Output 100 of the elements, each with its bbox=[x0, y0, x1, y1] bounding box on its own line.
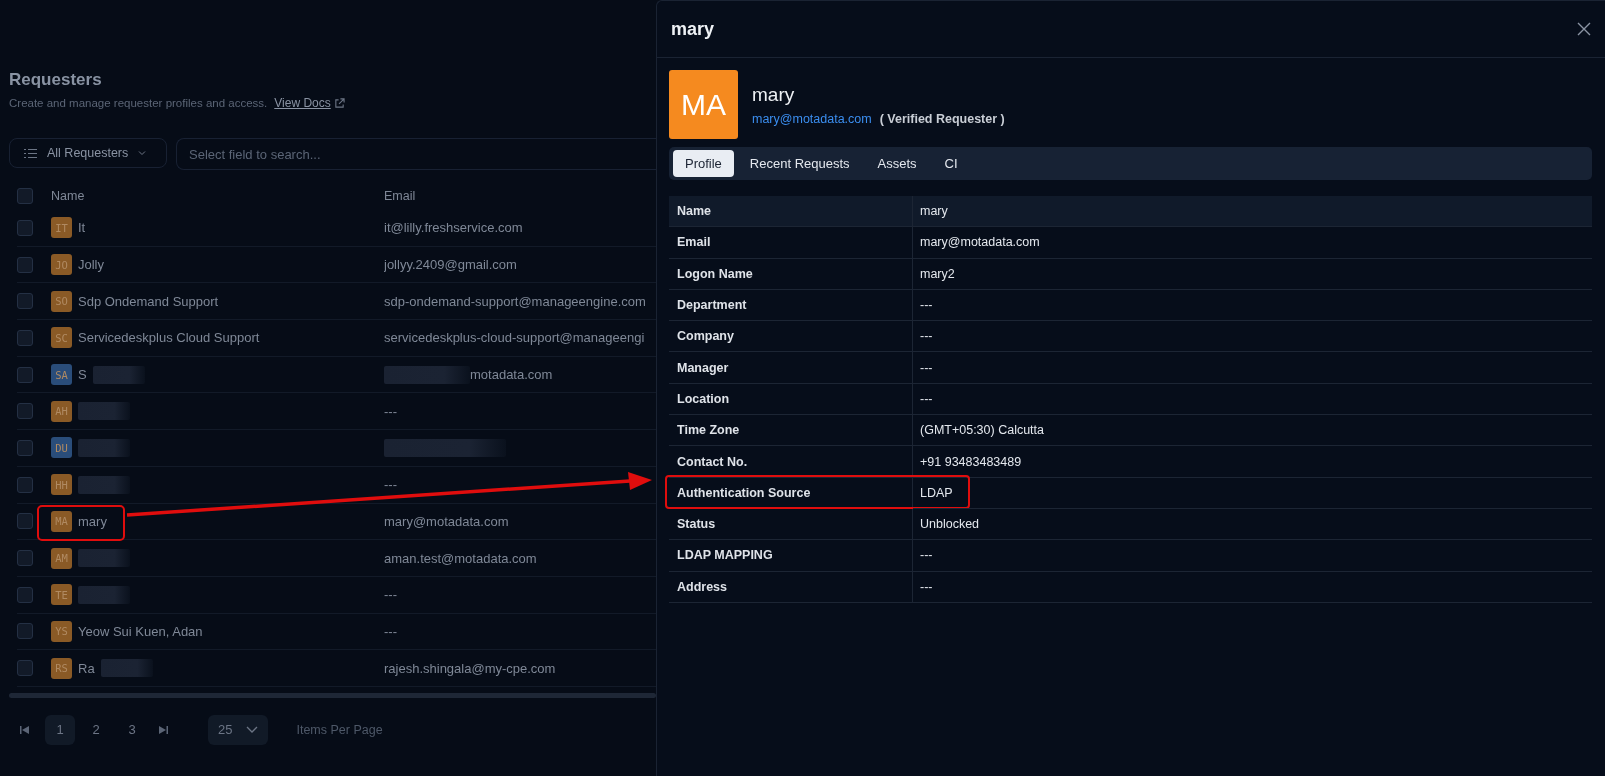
avatar: RS bbox=[51, 657, 72, 679]
row-checkbox[interactable] bbox=[17, 403, 33, 420]
avatar: SC bbox=[51, 327, 72, 349]
avatar: SA bbox=[51, 364, 72, 386]
row-checkbox[interactable] bbox=[17, 329, 33, 346]
email-cell: aman.test@motadata.com bbox=[384, 550, 537, 566]
field-label: Name bbox=[677, 204, 712, 219]
requester-name[interactable]: It bbox=[78, 220, 86, 236]
avatar: TE bbox=[51, 584, 72, 606]
avatar: YS bbox=[51, 620, 72, 642]
external-link-icon bbox=[333, 97, 345, 109]
profile-email[interactable]: mary@motadata.com bbox=[752, 111, 872, 126]
page-size-label: Items Per Page bbox=[296, 722, 383, 737]
row-checkbox[interactable] bbox=[17, 586, 33, 603]
profile-avatar: MA bbox=[669, 70, 738, 139]
row-checkbox[interactable] bbox=[17, 256, 33, 273]
field-label: Email bbox=[677, 235, 711, 250]
requester-name[interactable]: Yeow Sui Kuen, Adan bbox=[78, 623, 203, 639]
email-cell: --- bbox=[384, 477, 397, 493]
email-cell: mary@motadata.com bbox=[384, 513, 509, 529]
avatar: IT bbox=[51, 217, 72, 239]
field-value: LDAP bbox=[920, 485, 953, 500]
profile-tab[interactable]: Recent Requests bbox=[737, 150, 862, 177]
first-page-icon[interactable] bbox=[20, 725, 29, 734]
field-label: Contact No. bbox=[677, 454, 748, 469]
email-cell: servicedeskplus-cloud-support@manageengi bbox=[384, 330, 645, 346]
field-label: Address bbox=[677, 579, 728, 594]
field-label: Time Zone bbox=[677, 423, 740, 438]
row-checkbox[interactable] bbox=[17, 219, 33, 236]
field-value: --- bbox=[920, 391, 933, 406]
avatar: DU bbox=[51, 437, 72, 459]
email-cell: --- bbox=[384, 403, 397, 419]
avatar: AM bbox=[51, 547, 72, 569]
field-value: (GMT+05:30) Calcutta bbox=[920, 423, 1044, 438]
profile-name: mary bbox=[752, 83, 796, 106]
row-checkbox[interactable] bbox=[17, 660, 33, 677]
requester-name[interactable]: Sdp Ondemand Support bbox=[78, 293, 219, 309]
avatar: AH bbox=[51, 400, 72, 422]
page-button[interactable]: 1 bbox=[45, 714, 75, 745]
search-field[interactable]: Select field to search... bbox=[176, 138, 656, 170]
requester-name[interactable]: Servicedeskplus Cloud Support bbox=[78, 330, 260, 346]
column-header: Email bbox=[384, 188, 417, 203]
email-cell: jollyy.2409@gmail.com bbox=[384, 257, 517, 273]
row-checkbox[interactable] bbox=[17, 366, 33, 383]
page-size-dropdown[interactable]: 25 bbox=[208, 714, 269, 745]
last-page-icon[interactable] bbox=[159, 725, 168, 734]
field-label: Company bbox=[677, 329, 734, 344]
field-label: Location bbox=[677, 391, 730, 406]
profile-tab[interactable]: CI bbox=[932, 150, 970, 177]
field-label: Status bbox=[677, 517, 716, 532]
close-button[interactable] bbox=[1577, 22, 1591, 36]
page-button[interactable]: 3 bbox=[117, 714, 147, 745]
page-subtitle: Create and manage requester profiles and access. bbox=[9, 97, 268, 109]
email-cell: --- bbox=[384, 587, 397, 603]
profile-tab[interactable]: Profile bbox=[673, 150, 734, 177]
field-label: Department bbox=[677, 298, 747, 313]
field-value: mary bbox=[920, 204, 948, 219]
field-value: --- bbox=[920, 579, 933, 594]
row-checkbox[interactable] bbox=[17, 550, 33, 567]
field-value: +91 93483483489 bbox=[920, 454, 1022, 469]
avatar: HH bbox=[51, 474, 72, 496]
field-label: Manager bbox=[677, 360, 729, 375]
field-label: Logon Name bbox=[677, 266, 753, 281]
profile-tab[interactable]: Assets bbox=[865, 150, 929, 177]
list-icon bbox=[24, 147, 37, 159]
close-icon bbox=[1577, 22, 1591, 36]
select-all-checkbox[interactable] bbox=[17, 187, 33, 204]
requester-name[interactable]: mary bbox=[78, 513, 107, 529]
chevron-down-icon bbox=[138, 150, 147, 156]
field-value: mary@motadata.com bbox=[920, 235, 1040, 250]
page-button[interactable]: 2 bbox=[81, 714, 111, 745]
column-header: Name bbox=[51, 188, 86, 203]
field-value: mary2 bbox=[920, 266, 955, 281]
view-docs-link[interactable]: View Docs bbox=[274, 96, 345, 110]
row-checkbox[interactable] bbox=[17, 623, 33, 640]
requester-name[interactable]: Ra bbox=[78, 660, 95, 676]
email-cell: --- bbox=[384, 623, 397, 639]
row-checkbox[interactable] bbox=[17, 293, 33, 310]
field-value: --- bbox=[920, 548, 933, 563]
requester-name[interactable]: Jolly bbox=[78, 257, 104, 273]
field-value: --- bbox=[920, 329, 933, 344]
row-checkbox[interactable] bbox=[17, 513, 33, 530]
email-cell: rajesh.shingala@my-cpe.com bbox=[384, 660, 556, 676]
avatar: MA bbox=[51, 510, 72, 532]
chevron-down-icon bbox=[246, 726, 259, 734]
row-checkbox[interactable] bbox=[17, 439, 33, 456]
drawer-title: mary bbox=[671, 18, 715, 40]
field-label: LDAP MAPPING bbox=[677, 548, 773, 563]
field-value: Unblocked bbox=[920, 517, 980, 532]
page-title: Requesters bbox=[9, 70, 102, 90]
row-checkbox[interactable] bbox=[17, 476, 33, 493]
avatar: SO bbox=[51, 290, 72, 312]
field-label: Authentication Source bbox=[677, 485, 811, 500]
filter-dropdown[interactable]: All Requesters bbox=[9, 138, 167, 168]
field-value: --- bbox=[920, 298, 933, 313]
horizontal-scrollbar[interactable] bbox=[9, 692, 656, 698]
requester-name[interactable]: S bbox=[78, 367, 87, 383]
email-cell: it@lilly.freshservice.com bbox=[384, 220, 523, 236]
field-value: --- bbox=[920, 360, 933, 375]
avatar: JO bbox=[51, 254, 72, 276]
